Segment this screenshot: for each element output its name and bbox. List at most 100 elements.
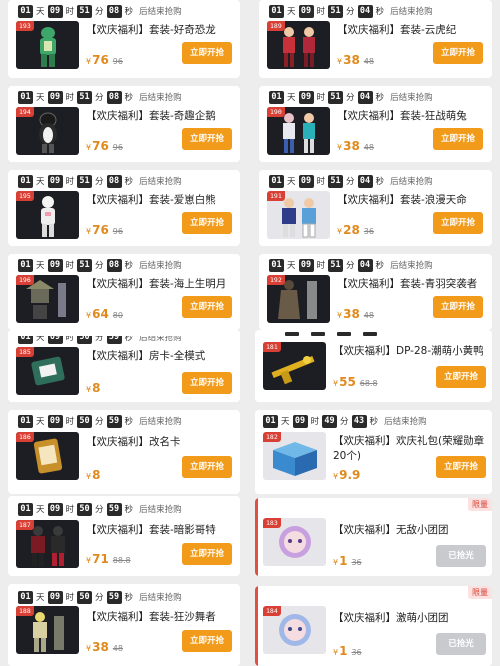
- product-card[interactable]: 01 天 09 时 50 分 59 秒 后结束抢购 185 【欢庆福利】房卡-全模式 ¥…: [8, 330, 240, 402]
- original-price: 48: [363, 311, 374, 320]
- buy-now-button[interactable]: 立即开抢: [182, 543, 232, 565]
- timer-seconds: 59: [106, 414, 122, 428]
- countdown-timer: 01 天 09 时 51 分 04 秒 后结束抢购: [269, 4, 433, 18]
- item-price: ¥9.9: [333, 468, 361, 482]
- item-id-badge: 194: [16, 107, 34, 117]
- desert-dancer-outfit-icon: 188: [16, 606, 79, 654]
- sold-out-button[interactable]: 已抢光: [436, 633, 486, 655]
- item-price: ¥28 36: [337, 223, 374, 237]
- cropped-timer: [285, 332, 299, 336]
- limited-badge: 限量: [468, 586, 492, 599]
- countdown-timer: 01 天 09 时 50 分 59 秒 后结束抢购: [18, 590, 182, 604]
- timer-seconds: 59: [106, 590, 122, 604]
- buy-now-button[interactable]: 立即开抢: [433, 296, 483, 318]
- countdown-timer: 01 天 09 时 51 分 08 秒 后结束抢购: [18, 90, 182, 104]
- product-card[interactable]: 01 天 09 时 51 分 04 秒 后结束抢购 189 【欢庆福利】套装-云虎纪 ¥…: [259, 0, 492, 78]
- cropped-timer: [337, 332, 351, 336]
- item-title[interactable]: 【欢庆福利】房卡-全模式: [86, 348, 205, 363]
- timer-hours: 09: [298, 258, 314, 272]
- cropped-edge: [8, 330, 240, 336]
- countdown-timer: 01 天 09 时 49 分 43 秒 后结束抢购: [263, 414, 427, 428]
- buy-now-button[interactable]: 立即开抢: [182, 212, 232, 234]
- item-price: ¥55 68.8: [333, 375, 378, 389]
- item-title[interactable]: 【欢庆福利】激萌小团团: [333, 610, 449, 625]
- item-price: ¥76 96: [86, 139, 123, 153]
- timer-minutes: 49: [322, 414, 338, 428]
- item-price: ¥38 48: [337, 307, 374, 321]
- cropped-timer: [363, 332, 377, 336]
- timer-seconds: 08: [106, 90, 122, 104]
- buy-now-button[interactable]: 立即开抢: [182, 128, 232, 150]
- product-card[interactable]: 181 【欢庆福利】DP-28-潮萌小黄鸭 ¥55 68.8 立即开抢: [255, 330, 492, 402]
- buy-now-button[interactable]: 立即开抢: [182, 630, 232, 652]
- product-card[interactable]: 01 天 09 时 51 分 04 秒 后结束抢购 191 【欢庆福利】套装-浪漫天命 …: [259, 170, 492, 246]
- timer-seconds: 08: [106, 174, 122, 188]
- product-card[interactable]: 01 天 09 时 51 分 08 秒 后结束抢购 193 【欢庆福利】套装-好奇恐龙 …: [8, 0, 240, 78]
- timer-hours: 09: [298, 174, 314, 188]
- gothic-outfit-icon: 187: [16, 520, 79, 568]
- item-title[interactable]: 【欢庆福利】套装-云虎纪: [337, 22, 456, 37]
- item-title[interactable]: 【欢庆福利】改名卡: [86, 434, 181, 449]
- item-price: ¥8: [86, 468, 101, 482]
- product-card[interactable]: 01 天 09 时 51 分 04 秒 后结束抢购 192 【欢庆福利】套装-青羽突袭者…: [259, 254, 492, 330]
- item-id-badge: 185: [16, 347, 34, 357]
- item-id-badge: 182: [263, 432, 281, 442]
- timer-hours: 09: [47, 4, 63, 18]
- buy-now-button[interactable]: 立即开抢: [182, 372, 232, 394]
- item-title[interactable]: 【欢庆福利】套装-海上生明月: [86, 276, 226, 291]
- timer-seconds: 08: [106, 258, 122, 272]
- buy-now-button[interactable]: 立即开抢: [433, 42, 483, 64]
- timer-days: 01: [269, 258, 284, 272]
- product-card[interactable]: 01 天 09 时 50 分 59 秒 后结束抢购 187 【欢庆福利】套装-暗影哥特 …: [8, 496, 240, 576]
- dinosaur-costume-icon: 193: [16, 21, 79, 69]
- original-price: 48: [363, 143, 374, 152]
- product-card[interactable]: 01 天 09 时 51 分 04 秒 后结束抢购 190 【欢庆福利】套装-狂战萌兔 …: [259, 86, 492, 162]
- timer-days: 01: [18, 258, 33, 272]
- buy-now-button[interactable]: 立即开抢: [182, 42, 232, 64]
- product-card[interactable]: 01 天 09 时 50 分 59 秒 后结束抢购 186 【欢庆福利】改名卡 ¥8 立…: [8, 410, 240, 494]
- item-title[interactable]: 【欢庆福利】DP-28-潮萌小黄鸭: [333, 343, 484, 358]
- item-title[interactable]: 【欢庆福利】套装-奇趣企鹅: [86, 108, 216, 123]
- timer-hours: 09: [298, 90, 314, 104]
- item-title[interactable]: 【欢庆福利】套装-狂沙舞者: [86, 609, 216, 624]
- buy-now-button[interactable]: 立即开抢: [433, 128, 483, 150]
- item-title[interactable]: 【欢庆福利】无敌小团团: [333, 522, 449, 537]
- product-card[interactable]: 01 天 09 时 50 分 59 秒 后结束抢购 188 【欢庆福利】套装-狂沙舞者 …: [8, 584, 240, 666]
- product-card[interactable]: 01 天 09 时 51 分 08 秒 后结束抢购 195 【欢庆福利】套装-爱崽白熊 …: [8, 170, 240, 246]
- product-card[interactable]: 限量 184 【欢庆福利】激萌小团团 ¥1 36 已抢光: [255, 586, 492, 666]
- buy-now-button[interactable]: 立即开抢: [182, 456, 232, 478]
- buy-now-button[interactable]: 立即开抢: [433, 212, 483, 234]
- timer-days: 01: [18, 90, 33, 104]
- item-title[interactable]: 【欢庆福利】套装-暗影哥特: [86, 522, 216, 537]
- item-title[interactable]: 【欢庆福利】套装-浪漫天命: [337, 192, 467, 207]
- item-title[interactable]: 【欢庆福利】套装-青羽突袭者: [337, 276, 477, 291]
- timer-minutes: 51: [77, 90, 93, 104]
- buy-now-button[interactable]: 立即开抢: [436, 366, 486, 388]
- timer-minutes: 50: [77, 414, 93, 428]
- product-card[interactable]: 01 天 09 时 51 分 08 秒 后结束抢购 196 【欢庆福利】套装-海上生明月…: [8, 254, 240, 330]
- countdown-timer: 01 天 09 时 51 分 04 秒 后结束抢购: [269, 258, 433, 272]
- product-card[interactable]: 限量 183 【欢庆福利】无敌小团团 ¥1 36 已抢光: [255, 498, 492, 576]
- timer-hours: 09: [298, 4, 314, 18]
- romantic-outfit-icon: 191: [267, 191, 330, 239]
- bunny-outfit-icon: 190: [267, 107, 330, 155]
- item-id-badge: 186: [16, 432, 34, 442]
- sold-out-button[interactable]: 已抢光: [436, 545, 486, 567]
- buy-now-button[interactable]: 立即开抢: [436, 456, 486, 478]
- countdown-timer: 01 天 09 时 51 分 08 秒 后结束抢购: [18, 258, 182, 272]
- timer-days: 01: [18, 414, 33, 428]
- buy-now-button[interactable]: 立即开抢: [182, 296, 232, 318]
- item-id-badge: 188: [16, 606, 34, 616]
- item-title[interactable]: 【欢庆福利】套装-爱崽白熊: [86, 192, 216, 207]
- item-title[interactable]: 【欢庆福利】欢庆礼包(荣耀勋章: [333, 433, 484, 448]
- item-title[interactable]: 【欢庆福利】套装-好奇恐龙: [86, 22, 216, 37]
- product-card[interactable]: 01 天 09 时 49 分 43 秒 后结束抢购 182 【欢庆福利】欢庆礼包(荣耀勋…: [255, 410, 492, 494]
- item-price: ¥76 96: [86, 223, 123, 237]
- item-id-badge: 190: [267, 107, 285, 117]
- timer-days: 01: [269, 4, 284, 18]
- item-title[interactable]: 【欢庆福利】套装-狂战萌兔: [337, 108, 467, 123]
- timer-seconds: 04: [357, 258, 373, 272]
- timer-minutes: 51: [328, 90, 344, 104]
- product-card[interactable]: 01 天 09 时 51 分 08 秒 后结束抢购 194 【欢庆福利】套装-奇趣企鹅 …: [8, 86, 240, 162]
- countdown-timer: 01 天 09 时 51 分 04 秒 后结束抢购: [269, 174, 433, 188]
